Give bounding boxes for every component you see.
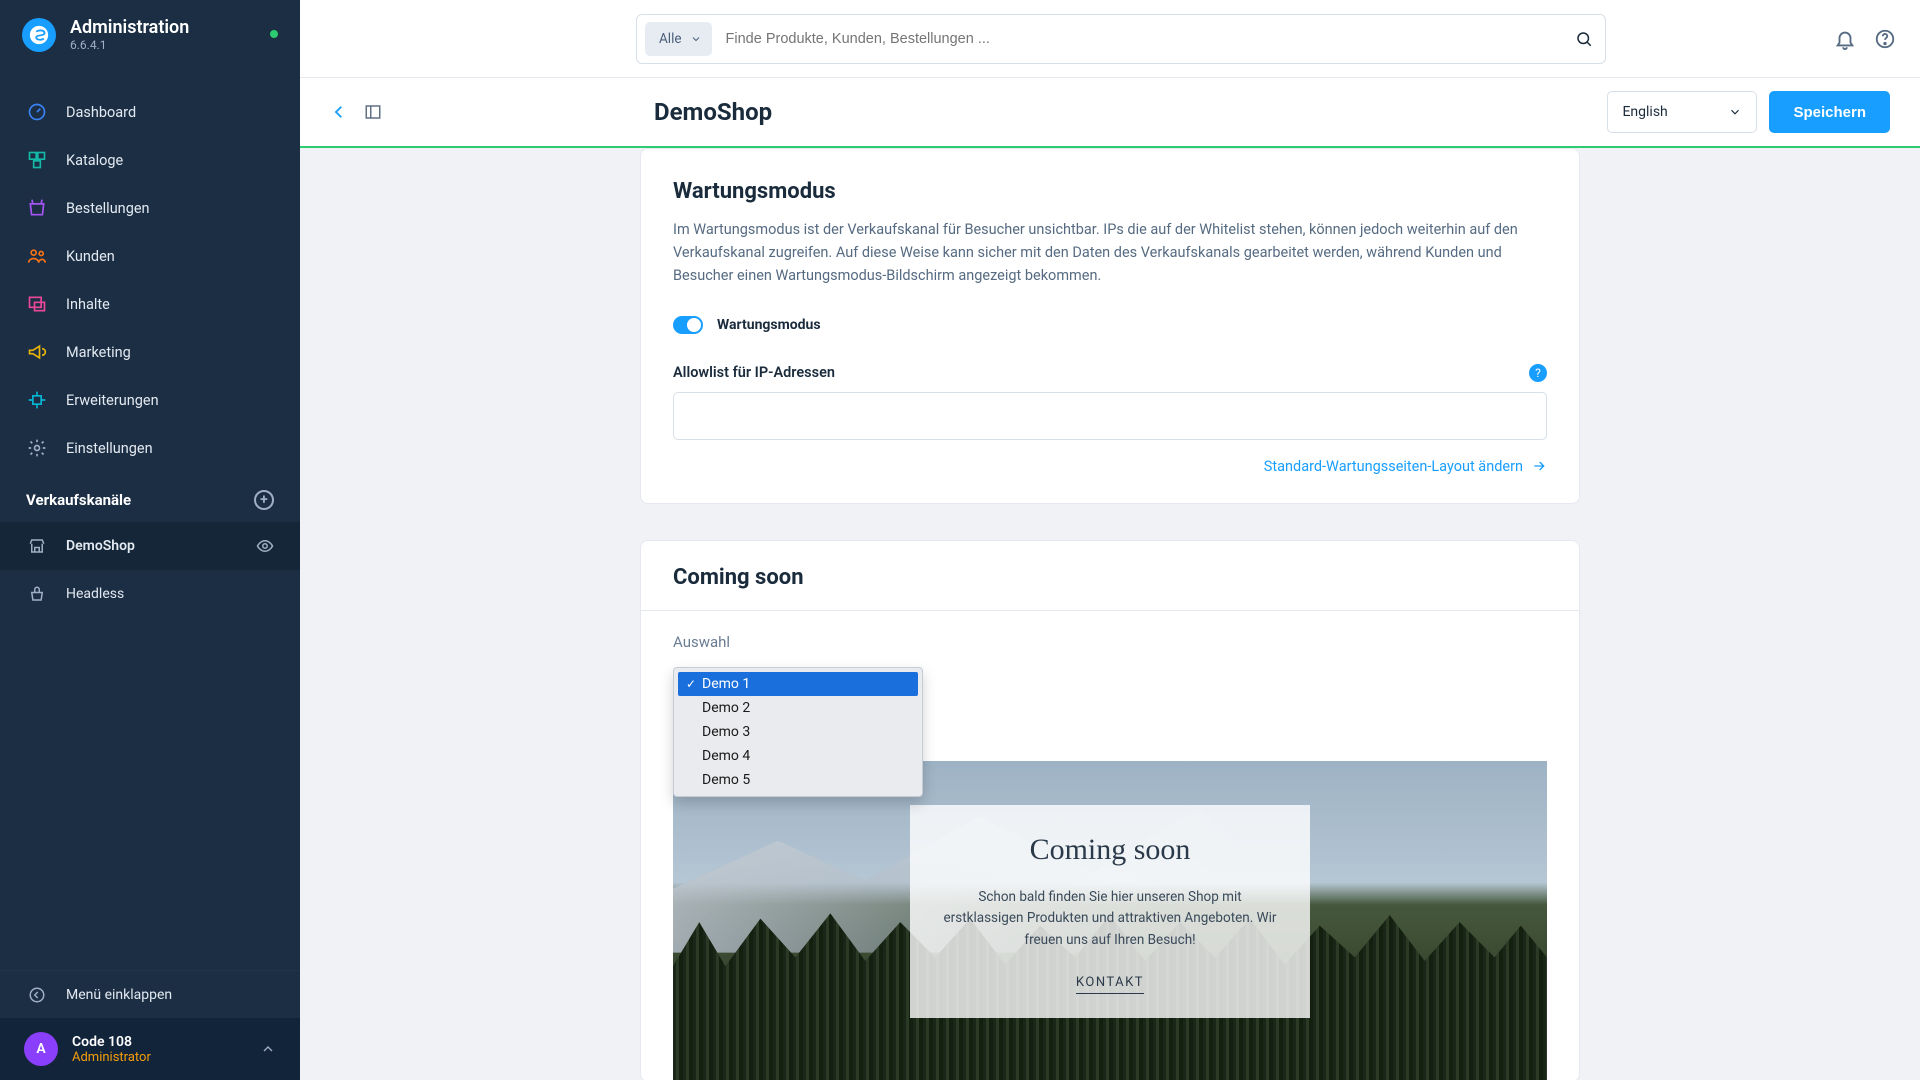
dropdown-option[interactable]: Demo 5	[678, 768, 918, 792]
dashboard-icon	[26, 101, 48, 123]
nav-marketing[interactable]: Marketing	[0, 328, 300, 376]
content-icon	[26, 293, 48, 315]
bell-icon	[1834, 28, 1856, 50]
panel-icon	[364, 103, 382, 121]
search-type-select[interactable]: Alle	[645, 22, 712, 56]
collapse-icon	[26, 984, 48, 1006]
change-layout-label: Standard-Wartungsseiten-Layout ändern	[1264, 458, 1523, 475]
coming-soon-title: Coming soon	[641, 541, 1579, 611]
nav-label: Erweiterungen	[66, 392, 159, 409]
nav-label: Inhalte	[66, 296, 110, 313]
marketing-icon	[26, 341, 48, 363]
customers-icon	[26, 245, 48, 267]
dropdown-option[interactable]: Demo 3	[678, 720, 918, 744]
page-title: DemoShop	[654, 98, 772, 126]
search-icon[interactable]	[1575, 30, 1593, 48]
coming-soon-card: Coming soon Auswahl Demo 1 Demo 2 Demo 3…	[640, 540, 1580, 1080]
sales-channels-header: Verkaufskanäle +	[0, 472, 300, 522]
extensions-icon	[26, 389, 48, 411]
preview-panel: Coming soon Schon bald finden Sie hier u…	[910, 805, 1310, 1019]
preview-contact-link[interactable]: KONTAKT	[1076, 975, 1144, 994]
notifications-button[interactable]	[1834, 28, 1856, 50]
user-block[interactable]: A Code 108 Administrator	[0, 1018, 300, 1080]
dropdown-option[interactable]: Demo 2	[678, 696, 918, 720]
allowlist-input[interactable]	[673, 392, 1547, 440]
sales-channels-title: Verkaufskanäle	[26, 491, 131, 509]
maintenance-description: Im Wartungsmodus ist der Verkaufskanal f…	[673, 218, 1547, 288]
coming-soon-preview: Coming soon Schon bald finden Sie hier u…	[673, 761, 1547, 1080]
nav-label: Kunden	[66, 248, 115, 265]
nav-label: Kataloge	[66, 152, 123, 169]
settings-icon	[26, 437, 48, 459]
nav-label: Dashboard	[66, 104, 136, 121]
dropdown-option[interactable]: Demo 4	[678, 744, 918, 768]
maintenance-toggle[interactable]	[673, 316, 703, 334]
arrow-right-icon	[1531, 458, 1547, 474]
storefront-icon	[26, 535, 48, 557]
sidebar-header: Administration 6.6.4.1	[0, 0, 300, 62]
back-button[interactable]	[330, 103, 348, 121]
sales-channel-demoshop[interactable]: DemoShop	[0, 522, 300, 570]
maintenance-card: Wartungsmodus Im Wartungsmodus ist der V…	[640, 148, 1580, 504]
maintenance-toggle-label: Wartungsmodus	[717, 317, 821, 333]
logo	[22, 18, 56, 52]
catalog-icon	[26, 149, 48, 171]
preview-text: Schon bald finden Sie hier unseren Shop …	[938, 887, 1282, 952]
user-role: Administrator	[72, 1050, 151, 1065]
chevron-up-icon	[260, 1041, 276, 1057]
nav-catalogs[interactable]: Kataloge	[0, 136, 300, 184]
orders-icon	[26, 197, 48, 219]
nav-label: Einstellungen	[66, 440, 153, 457]
language-select[interactable]: English	[1607, 91, 1757, 133]
change-layout-link[interactable]: Standard-Wartungsseiten-Layout ändern	[1264, 458, 1547, 475]
nav-settings[interactable]: Einstellungen	[0, 424, 300, 472]
sales-channel-name: DemoShop	[66, 538, 135, 554]
chevron-down-icon	[1728, 105, 1742, 119]
main-nav: Dashboard Kataloge Bestellungen Kunden I…	[0, 88, 300, 472]
help-button[interactable]	[1874, 28, 1896, 50]
nav-label: Bestellungen	[66, 200, 150, 217]
allowlist-label: Allowlist für IP-Adressen	[673, 364, 835, 381]
global-search[interactable]: Alle	[636, 14, 1606, 64]
chevron-down-icon	[690, 33, 702, 45]
avatar: A	[24, 1032, 58, 1066]
help-icon	[1874, 28, 1896, 50]
select-label: Auswahl	[673, 633, 1547, 651]
brand-version: 6.6.4.1	[70, 38, 189, 52]
shopware-logo-icon	[28, 24, 50, 46]
allowlist-help-button[interactable]: ?	[1529, 364, 1547, 382]
preview-heading: Coming soon	[938, 833, 1282, 867]
content: Wartungsmodus Im Wartungsmodus ist der V…	[300, 148, 1920, 1080]
nav-extensions[interactable]: Erweiterungen	[0, 376, 300, 424]
nav-customers[interactable]: Kunden	[0, 232, 300, 280]
basket-icon	[26, 583, 48, 605]
nav-dashboard[interactable]: Dashboard	[0, 88, 300, 136]
user-name: Code 108	[72, 1034, 151, 1050]
dropdown-option[interactable]: Demo 1	[678, 672, 918, 696]
add-sales-channel-button[interactable]: +	[254, 490, 274, 510]
topbar: Alle	[300, 0, 1920, 78]
page-header: DemoShop English Speichern	[300, 78, 1920, 148]
sales-channel-name: Headless	[66, 586, 124, 602]
sales-channel-headless[interactable]: Headless	[0, 570, 300, 618]
demo-select-dropdown[interactable]: Demo 1 Demo 2 Demo 3 Demo 4 Demo 5	[673, 667, 923, 797]
maintenance-title: Wartungsmodus	[673, 179, 1547, 204]
brand-title: Administration	[70, 18, 189, 38]
language-value: English	[1622, 104, 1667, 120]
chevron-left-icon	[330, 103, 348, 121]
collapse-menu-button[interactable]: Menü einklappen	[0, 970, 300, 1018]
collapse-panel-button[interactable]	[364, 103, 382, 121]
sidebar: Administration 6.6.4.1 Dashboard Katalog…	[0, 0, 300, 1080]
collapse-label: Menü einklappen	[66, 987, 172, 1003]
nav-orders[interactable]: Bestellungen	[0, 184, 300, 232]
nav-label: Marketing	[66, 344, 131, 361]
eye-icon[interactable]	[256, 537, 274, 555]
status-dot-icon	[270, 30, 278, 38]
save-button[interactable]: Speichern	[1769, 91, 1890, 133]
search-type-label: Alle	[659, 31, 682, 47]
search-input[interactable]	[726, 31, 1575, 47]
nav-content[interactable]: Inhalte	[0, 280, 300, 328]
